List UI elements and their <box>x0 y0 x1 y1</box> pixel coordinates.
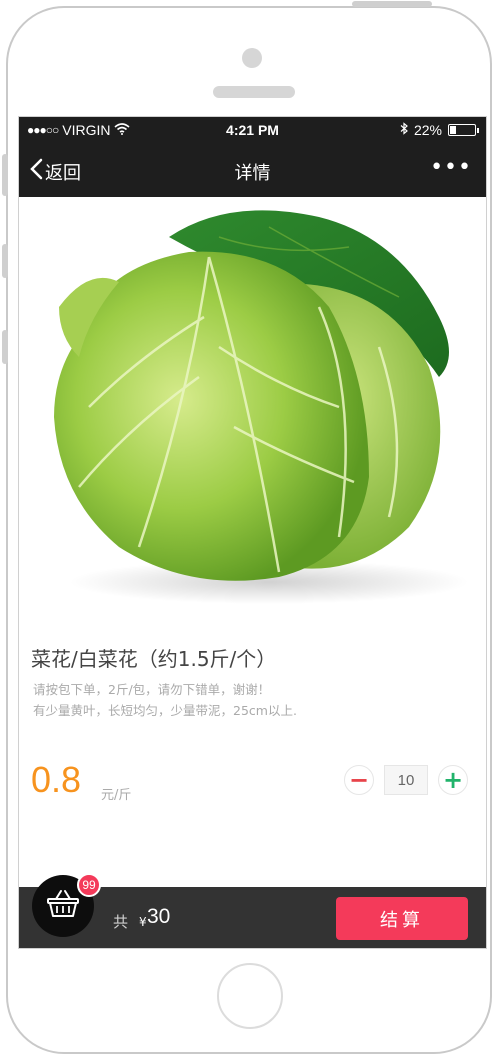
front-camera <box>242 48 262 68</box>
product-price: 0.8 <box>31 759 82 800</box>
page-title: 详情 <box>234 163 271 184</box>
quantity-input[interactable] <box>384 765 428 795</box>
description-line: 有少量黄叶，长短均匀，少量带泥，25cm以上. <box>33 703 297 718</box>
screen: ●●●○○ VIRGIN 4:21 PM 22% 返回 详情 ••• 菜花/白菜… <box>18 116 487 949</box>
increase-quantity-button[interactable]: + <box>438 765 468 795</box>
decrease-quantity-button[interactable]: − <box>344 765 374 795</box>
cart-total: 30 <box>147 905 171 928</box>
home-button[interactable] <box>217 963 283 1029</box>
price-unit: 元/斤 <box>101 788 132 803</box>
currency-symbol: ¥ <box>139 915 147 929</box>
earpiece-speaker <box>213 86 295 98</box>
cart-count-badge: 99 <box>77 873 101 897</box>
product-title: 菜花/白菜花（约1.5斤/个） <box>31 647 277 671</box>
status-right: 22% <box>400 122 479 138</box>
status-bar: ●●●○○ VIRGIN 4:21 PM 22% <box>19 117 486 143</box>
checkout-button[interactable]: 结算 <box>336 897 468 940</box>
volume-down-button <box>2 330 8 364</box>
volume-up-button <box>2 244 8 278</box>
description-line: 请按包下单，2斤/包，请勿下错单，谢谢！ <box>33 682 271 697</box>
nav-bar: 返回 详情 ••• <box>19 143 486 197</box>
battery-icon <box>448 124 479 136</box>
power-button <box>352 1 432 7</box>
more-menu-button[interactable]: ••• <box>430 155 472 180</box>
total-label: 共 <box>113 913 129 931</box>
basket-icon <box>46 889 80 923</box>
cabbage-image <box>54 210 469 604</box>
bluetooth-icon <box>400 122 408 138</box>
product-image <box>19 197 486 607</box>
mute-switch <box>2 154 8 196</box>
product-description: 请按包下单，2斤/包，请勿下错单，谢谢！ 有少量黄叶，长短均匀，少量带泥，25c… <box>33 679 297 721</box>
battery-percent: 22% <box>413 122 442 138</box>
quantity-stepper: − + <box>344 765 468 795</box>
